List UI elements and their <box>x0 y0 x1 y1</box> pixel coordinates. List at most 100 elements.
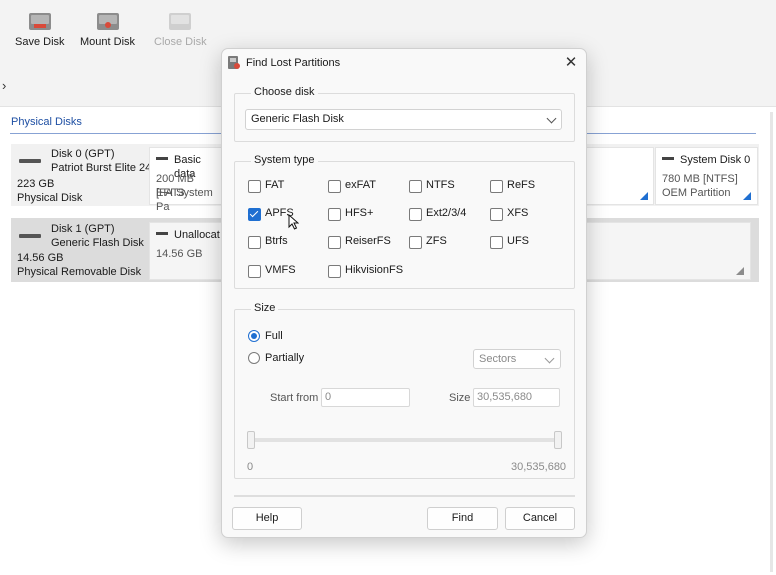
partition-type: EFI System Pa <box>156 187 213 213</box>
unit-select[interactable]: Sectors <box>473 349 561 369</box>
disk-size: 14.56 GB <box>17 252 64 264</box>
size-label: Size <box>251 302 279 314</box>
physical-disks-heading: Physical Disks <box>11 116 82 128</box>
partition-card[interactable]: System Disk 0 780 MB [NTFS] OEM Partitio… <box>655 147 758 205</box>
partition-title: Unallocat <box>174 229 220 241</box>
size-input[interactable]: 30,535,680 <box>473 388 560 407</box>
checkbox-label: HikvisionFS <box>345 264 404 276</box>
cancel-button[interactable]: Cancel <box>505 507 575 530</box>
save-disk-button[interactable]: Save Disk <box>15 10 65 48</box>
checkbox-box[interactable] <box>248 236 261 249</box>
close-icon[interactable]: ✕ <box>562 54 580 72</box>
checkbox-box[interactable] <box>409 180 422 193</box>
range-slider-end-handle[interactable] <box>554 431 562 449</box>
corner-triangle-icon <box>736 267 744 275</box>
range-max-label: 30,535,680 <box>511 461 567 473</box>
disk-type: Physical Disk <box>17 192 83 204</box>
system-type-group: System type FAT exFAT NTFS ReFS APFS HFS… <box>234 154 575 289</box>
partition-card[interactable]: Basic data 200 MB [FAT3 EFI System Pa <box>149 147 225 213</box>
close-disk-label: Close Disk <box>154 36 207 48</box>
size-group: Size Full Partially Sectors Start from 0… <box>234 302 575 479</box>
checkbox-label: ZFS <box>426 235 447 247</box>
chevron-down-icon <box>544 353 555 364</box>
checkbox-box[interactable] <box>409 208 422 221</box>
checkbox-label: Btrfs <box>265 235 288 247</box>
corner-triangle-icon <box>743 192 751 200</box>
disk-model: Generic Flash Disk <box>51 237 144 249</box>
disk-0-name-block: Disk 0 (GPT) Patriot Burst Elite 24 <box>51 147 151 175</box>
checkbox-box[interactable] <box>328 180 341 193</box>
checkbox-label: HFS+ <box>345 207 374 219</box>
disk-icon <box>19 234 41 238</box>
checkbox-box[interactable] <box>248 208 261 221</box>
chevron-down-icon <box>546 113 557 124</box>
checkbox-label: FAT <box>265 179 285 191</box>
disk-name: Disk 0 (GPT) <box>51 148 115 160</box>
mount-disk-label: Mount Disk <box>80 36 136 48</box>
start-from-label: Start from <box>270 392 319 404</box>
range-slider-start-handle[interactable] <box>247 431 255 449</box>
mount-disk-button[interactable]: Mount Disk <box>80 10 135 48</box>
partition-icon <box>156 232 168 235</box>
breadcrumb-chevron-icon[interactable]: › <box>2 78 6 93</box>
checkbox-box[interactable] <box>490 236 503 249</box>
unit-select-value: Sectors <box>479 353 517 365</box>
save-disk-icon <box>28 13 51 30</box>
vertical-scrollbar[interactable] <box>770 112 773 572</box>
checkbox-label: Ext2/3/4 <box>426 207 467 219</box>
corner-triangle-icon <box>640 192 648 200</box>
partition-size: 14.56 GB <box>156 248 203 260</box>
close-disk-icon <box>169 13 192 30</box>
disk-0-meta: 223 GB Physical Disk <box>17 177 82 205</box>
start-from-input[interactable]: 0 <box>321 388 410 407</box>
mouse-cursor-icon <box>288 214 299 230</box>
disk-select[interactable]: Generic Flash Disk <box>245 109 562 130</box>
app-icon <box>228 56 240 69</box>
find-button[interactable]: Find <box>427 507 498 530</box>
dialog-title: Find Lost Partitions <box>246 57 341 69</box>
find-lost-partitions-dialog: Find Lost Partitions ✕ Choose disk Gener… <box>221 48 587 538</box>
close-disk-button[interactable]: Close Disk <box>154 10 207 48</box>
checkbox-label: ReFS <box>507 179 536 191</box>
system-type-label: System type <box>251 154 318 166</box>
radio-button[interactable] <box>248 330 260 342</box>
partition-card-placeholder[interactable] <box>582 147 654 205</box>
checkbox-box[interactable] <box>248 180 261 193</box>
size-field-label: Size <box>449 392 471 404</box>
save-disk-label: Save Disk <box>15 36 65 48</box>
partition-icon <box>156 157 168 160</box>
partition-icon <box>662 157 674 160</box>
checkbox-box[interactable] <box>248 265 261 278</box>
checkbox-box[interactable] <box>490 180 503 193</box>
radio-button[interactable] <box>248 352 260 364</box>
checkbox-label: NTFS <box>426 179 455 191</box>
partition-size: 780 MB [NTFS] <box>662 173 738 185</box>
checkbox-box[interactable] <box>328 265 341 278</box>
partition-type: OEM Partition <box>662 187 731 199</box>
checkbox-box[interactable] <box>328 208 341 221</box>
disk-model: Patriot Burst Elite 24 <box>51 162 152 174</box>
radio-label: Partially <box>265 352 305 364</box>
disk-icon <box>19 159 41 163</box>
choose-disk-label: Choose disk <box>251 86 318 98</box>
choose-disk-group: Choose disk Generic Flash Disk <box>234 86 575 142</box>
disk-type: Physical Removable Disk <box>17 266 142 278</box>
checkbox-box[interactable] <box>490 208 503 221</box>
disk-1-name-block: Disk 1 (GPT) Generic Flash Disk <box>51 222 144 250</box>
checkbox-label: exFAT <box>345 179 376 191</box>
disk-1-meta: 14.56 GB Physical Removable Disk <box>17 251 141 279</box>
checkbox-box[interactable] <box>409 236 422 249</box>
range-min-label: 0 <box>247 461 254 473</box>
checkbox-label: VMFS <box>265 264 296 276</box>
checkbox-box[interactable] <box>328 236 341 249</box>
help-button[interactable]: Help <box>232 507 302 530</box>
disk-name: Disk 1 (GPT) <box>51 223 115 235</box>
disk-select-value: Generic Flash Disk <box>251 113 344 125</box>
partition-title: System Disk 0 <box>680 154 751 166</box>
range-slider-track[interactable] <box>249 438 558 442</box>
checkbox-label: UFS <box>507 235 529 247</box>
checkbox-label: ReiserFS <box>345 235 391 247</box>
footer-separator <box>234 495 575 497</box>
mount-disk-icon <box>96 13 119 30</box>
checkbox-label: XFS <box>507 207 529 219</box>
